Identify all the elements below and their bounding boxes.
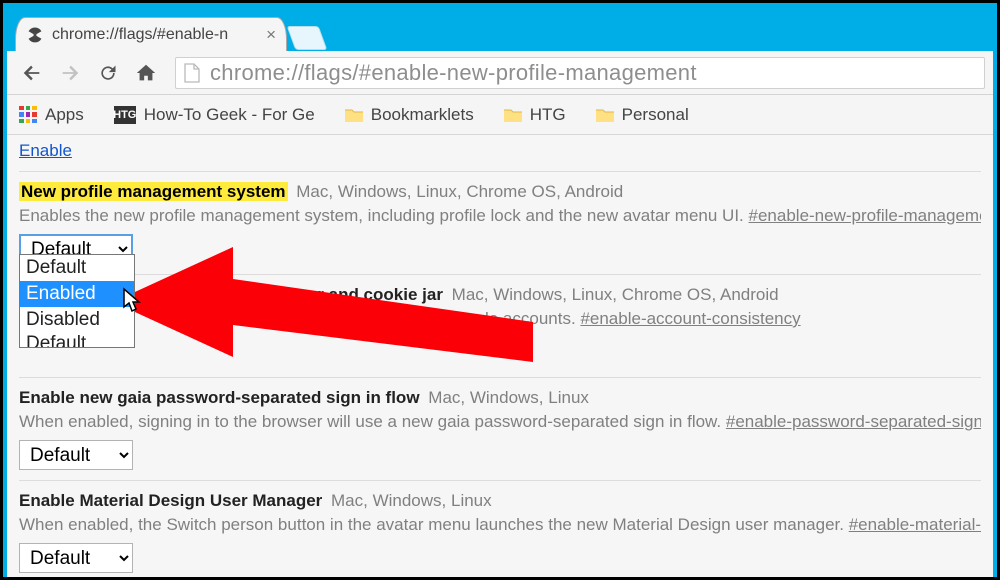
folder-icon <box>504 107 522 122</box>
bookmark-label: Personal <box>622 105 689 125</box>
flag-select[interactable]: Default <box>19 543 133 573</box>
bookmark-label: Bookmarklets <box>371 105 474 125</box>
flag-description: When enabled, signing in to the browser … <box>19 412 981 432</box>
flag-description: Enables the new profile management syste… <box>19 206 981 226</box>
bookmark-folder-htg[interactable]: HTG <box>504 105 566 125</box>
active-tab[interactable]: chrome://flags/#enable-n × <box>15 17 287 51</box>
flag-hash-link[interactable]: #enable-password-separated-signin-flow <box>726 412 981 431</box>
apps-icon <box>19 106 37 124</box>
dropdown-overflow: Default <box>20 333 134 347</box>
flag-hash-link[interactable]: #enable-account-consistency <box>580 309 800 328</box>
tab-title: chrome://flags/#enable-n <box>52 26 260 44</box>
flag-platforms: Mac, Windows, Linux <box>331 491 492 510</box>
flag-hash-link[interactable]: #enable-material-design <box>849 515 981 534</box>
arrow-right-icon <box>59 62 81 84</box>
flag-select[interactable]: Default <box>19 440 133 470</box>
new-tab-button[interactable] <box>287 26 328 50</box>
flag-block: New profile management system Mac, Windo… <box>19 171 981 274</box>
flag-platforms: Mac, Windows, Linux, Chrome OS, Android <box>296 182 623 201</box>
folder-icon <box>596 107 614 122</box>
flag-title: Enable Material Design User Manager <box>19 491 322 510</box>
enable-link[interactable]: Enable <box>19 141 72 160</box>
bookmark-folder-bookmarklets[interactable]: Bookmarklets <box>345 105 474 125</box>
bookmark-label: How-To Geek - For Ge <box>144 105 315 125</box>
flag-platforms: Mac, Windows, Linux, Chrome OS, Android <box>452 285 779 304</box>
bookmark-folder-personal[interactable]: Personal <box>596 105 689 125</box>
cursor-icon <box>122 287 142 313</box>
flag-title: ncy between browser and cookie jar <box>151 285 443 304</box>
dropdown-option-disabled[interactable]: Disabled <box>20 307 134 333</box>
folder-icon <box>345 107 363 122</box>
dropdown-option-enabled[interactable]: Enabled <box>20 281 134 307</box>
radiation-icon <box>26 26 44 44</box>
reload-icon <box>98 63 118 83</box>
forward-button[interactable] <box>53 56 87 90</box>
bookmark-htg[interactable]: HTG How-To Geek - For Ge <box>114 105 315 125</box>
home-icon <box>135 62 157 84</box>
flag-block: Enable Material Design User Manager Mac,… <box>19 480 981 577</box>
htg-icon: HTG <box>114 106 136 124</box>
flag-hash-link[interactable]: #enable-new-profile-management <box>749 206 981 225</box>
flag-description: When enabled, the Switch person button i… <box>19 515 981 535</box>
flag-block: Enable new gaia password-separated sign … <box>19 377 981 480</box>
arrow-left-icon <box>21 62 43 84</box>
page-content: Enable New profile management system Mac… <box>7 135 993 577</box>
flag-block: ncy between browser and cookie jar Mac, … <box>19 274 981 377</box>
bookmarks-bar: Apps HTG How-To Geek - For Ge Bookmarkle… <box>7 95 993 135</box>
bookmark-apps-label: Apps <box>45 105 84 125</box>
flag-title: New profile management system <box>19 182 288 201</box>
reload-button[interactable] <box>91 56 125 90</box>
home-button[interactable] <box>129 56 163 90</box>
toolbar: chrome://flags/#enable-new-profile-manag… <box>7 51 993 95</box>
flag-description: igning in and out of Google accounts. #e… <box>19 309 981 329</box>
tab-close-icon[interactable]: × <box>266 25 276 45</box>
dropdown-list[interactable]: Default Enabled Disabled Default <box>19 254 135 348</box>
file-icon <box>184 63 200 83</box>
dropdown-option-default[interactable]: Default <box>20 255 134 281</box>
tab-strip: chrome://flags/#enable-n × <box>7 15 993 51</box>
bookmark-apps[interactable]: Apps <box>19 105 84 125</box>
back-button[interactable] <box>15 56 49 90</box>
flag-platforms: Mac, Windows, Linux <box>428 388 589 407</box>
flag-title: Enable new gaia password-separated sign … <box>19 388 420 407</box>
omnibox-url: chrome://flags/#enable-new-profile-manag… <box>210 60 697 86</box>
bookmark-label: HTG <box>530 105 566 125</box>
omnibox[interactable]: chrome://flags/#enable-new-profile-manag… <box>175 57 985 89</box>
